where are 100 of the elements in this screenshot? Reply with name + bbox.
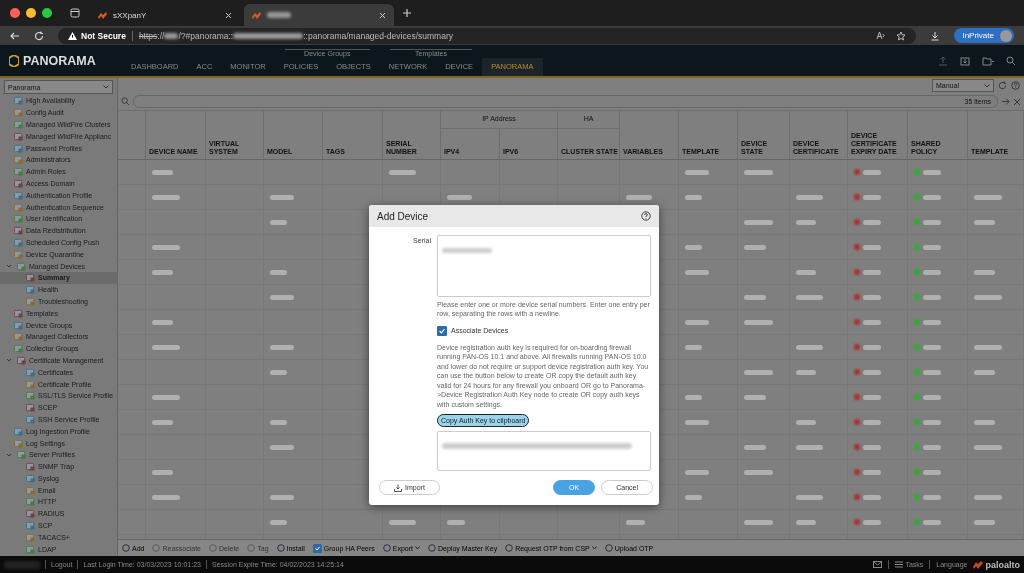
node-icon xyxy=(14,438,23,448)
circle-icon xyxy=(122,544,130,552)
blurred-text xyxy=(4,560,40,569)
chevron-icon[interactable] xyxy=(6,357,12,364)
blurred-text xyxy=(863,394,881,400)
blurred-text xyxy=(744,394,766,400)
save-icon[interactable] xyxy=(960,55,970,66)
blurred-text xyxy=(744,294,766,300)
blurred-text xyxy=(152,194,180,200)
profile-button[interactable]: InPrivate xyxy=(954,28,1014,43)
status-icon xyxy=(854,344,860,350)
blurred-text xyxy=(974,494,1002,500)
status-icon xyxy=(914,319,920,325)
blurred-text xyxy=(270,344,294,350)
status-icon xyxy=(914,444,920,450)
node-icon xyxy=(26,497,35,507)
node-icon xyxy=(14,167,23,177)
blurred-text xyxy=(626,194,652,200)
status-icon xyxy=(854,169,860,175)
chevron-icon xyxy=(103,85,109,89)
auth-key-field[interactable] xyxy=(437,430,651,471)
import-icon xyxy=(394,483,402,492)
node-icon xyxy=(26,273,35,283)
node-icon xyxy=(14,143,23,153)
blurred-text xyxy=(744,369,773,375)
status-icon xyxy=(854,294,860,300)
blurred-text xyxy=(447,194,472,200)
node-icon xyxy=(17,355,26,365)
status-icon xyxy=(854,219,860,225)
node-icon xyxy=(26,391,35,401)
apply-filter-icon[interactable] xyxy=(1001,97,1010,106)
blurred-text xyxy=(744,469,773,475)
blurred-text xyxy=(744,244,766,250)
mail-icon[interactable] xyxy=(873,561,883,568)
blurred-text xyxy=(923,169,941,175)
node-icon xyxy=(14,249,23,259)
address-bar[interactable]: Not Secure https:// /?#panorama:: ::panorama/managed-devices/summary xyxy=(58,27,917,44)
blurred-text xyxy=(389,519,416,525)
favorite-icon[interactable] xyxy=(896,30,907,41)
minimize-window-button[interactable] xyxy=(26,8,36,18)
help-icon[interactable] xyxy=(1011,81,1020,90)
blurred-text xyxy=(152,269,173,275)
blurred-text xyxy=(863,169,881,175)
search-icon[interactable] xyxy=(1006,55,1016,66)
new-tab-icon[interactable] xyxy=(402,8,412,18)
browser-tab[interactable] xyxy=(244,4,394,26)
blurred-text xyxy=(796,369,816,375)
security-label: Not Secure xyxy=(81,30,126,41)
blurred-text xyxy=(744,219,773,225)
blurred-text xyxy=(152,394,180,400)
blurred-text xyxy=(685,319,709,325)
download-icon[interactable] xyxy=(930,30,941,41)
blurred-text xyxy=(923,194,941,200)
reload-icon[interactable] xyxy=(34,30,44,41)
caret-icon xyxy=(591,546,597,550)
blurred-text xyxy=(152,419,173,425)
node-icon xyxy=(14,237,23,247)
blurred-text xyxy=(270,219,287,225)
status-icon xyxy=(854,194,860,200)
blurred-text xyxy=(152,244,180,250)
blurred-text xyxy=(152,469,173,475)
blurred-text xyxy=(270,444,294,450)
blurred-text xyxy=(974,269,995,275)
blurred-text xyxy=(796,269,816,275)
node-icon xyxy=(26,379,35,389)
blurred-text xyxy=(796,194,823,200)
help-icon[interactable] xyxy=(641,211,651,221)
status-icon xyxy=(914,194,920,200)
tab-actions-icon[interactable] xyxy=(70,8,80,18)
chevron-icon[interactable] xyxy=(6,451,12,458)
chevron-icon[interactable] xyxy=(6,263,12,270)
serial-field[interactable] xyxy=(437,235,651,297)
blurred-text xyxy=(923,244,941,250)
close-window-button[interactable] xyxy=(10,8,20,18)
blurred-text xyxy=(267,12,291,18)
blurred-text xyxy=(685,344,702,350)
read-aloud-icon[interactable] xyxy=(876,30,887,40)
maximize-window-button[interactable] xyxy=(42,8,52,18)
blurred-text xyxy=(974,194,1002,200)
blurred-text xyxy=(685,419,709,425)
blurred-text xyxy=(447,519,465,525)
node-icon xyxy=(14,190,23,200)
node-icon xyxy=(17,450,26,460)
commit-icon[interactable] xyxy=(938,55,948,66)
refresh-icon[interactable] xyxy=(998,81,1007,90)
blurred-text xyxy=(685,244,702,250)
blurred-text xyxy=(152,169,173,175)
blurred-text xyxy=(923,344,941,350)
circle-icon xyxy=(209,544,217,552)
blurred-text xyxy=(270,369,287,375)
node-icon xyxy=(14,131,23,141)
node-icon xyxy=(26,509,35,519)
circle-icon xyxy=(152,544,161,552)
browser-tab[interactable]: sXXpanY xyxy=(90,4,240,26)
back-icon[interactable] xyxy=(10,30,20,41)
blurred-text xyxy=(863,419,881,425)
blurred-text xyxy=(796,344,823,350)
circle-icon xyxy=(276,544,285,552)
blurred-text xyxy=(863,294,881,300)
node-icon xyxy=(14,96,23,106)
